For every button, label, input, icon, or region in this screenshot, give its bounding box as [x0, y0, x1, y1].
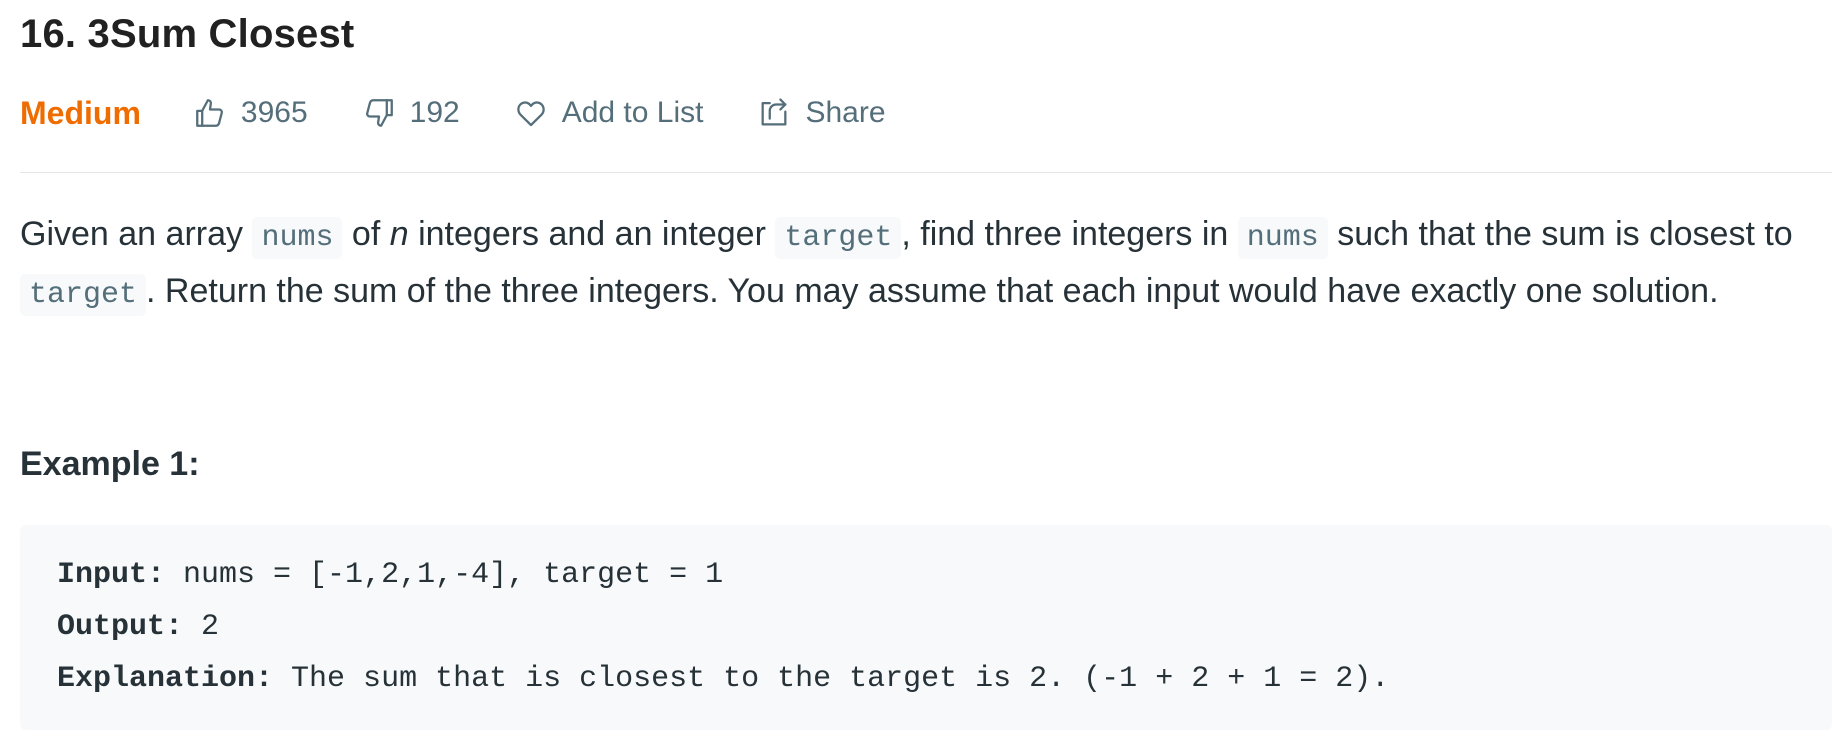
thumbs-down-icon [365, 99, 393, 127]
problem-meta-bar: Medium 3965 192 Add to List Share [20, 90, 886, 136]
inline-code: nums [252, 217, 343, 259]
share-label: Share [805, 96, 886, 129]
dislike-count: 192 [409, 96, 460, 129]
output-label: Output: [57, 610, 184, 644]
example-output-line: Output: 2 [57, 607, 219, 647]
share-button[interactable]: Share [757, 90, 886, 136]
example-heading: Example 1: [20, 445, 200, 483]
problem-description: Given an array nums of n integers and an… [20, 208, 1832, 322]
share-icon [762, 98, 787, 126]
inline-code: nums [1237, 217, 1328, 259]
example-input-line: Input: nums = [-1,2,1,-4], target = 1 [57, 555, 723, 595]
like-button[interactable]: 3965 [193, 90, 308, 136]
problem-title: 16. 3Sum Closest [20, 12, 355, 56]
like-count: 3965 [240, 96, 308, 129]
example-code-block: Input: nums = [-1,2,1,-4], target = 1 Ou… [20, 525, 1832, 730]
description-text: . Return the sum of the three integers. … [146, 272, 1719, 310]
input-label: Input: [57, 558, 166, 592]
inline-code: target [775, 217, 902, 259]
header-divider [20, 172, 1832, 173]
heart-icon [516, 101, 545, 127]
description-text: , find three integers in [901, 215, 1238, 253]
description-text: of [342, 215, 390, 253]
dislike-button[interactable]: 192 [362, 90, 460, 136]
add-to-list-label: Add to List [561, 96, 704, 129]
output-value: 2 [183, 610, 220, 644]
difficulty-label: Medium [20, 95, 141, 131]
description-text: Given an array [20, 215, 253, 253]
explanation-value: The sum that is closest to the target is… [273, 662, 1390, 696]
input-value: nums = [-1,2,1,-4], target = 1 [165, 558, 724, 592]
variable-n: n [389, 215, 409, 253]
thumbs-up-icon [196, 99, 223, 127]
example-explanation-line: Explanation: The sum that is closest to … [57, 659, 1389, 699]
inline-code: target [20, 274, 147, 316]
explanation-label: Explanation: [57, 662, 274, 696]
add-to-list-button[interactable]: Add to List [514, 90, 704, 136]
description-text: integers and an integer [408, 215, 776, 253]
description-text: such that the sum is closest to [1327, 215, 1793, 253]
